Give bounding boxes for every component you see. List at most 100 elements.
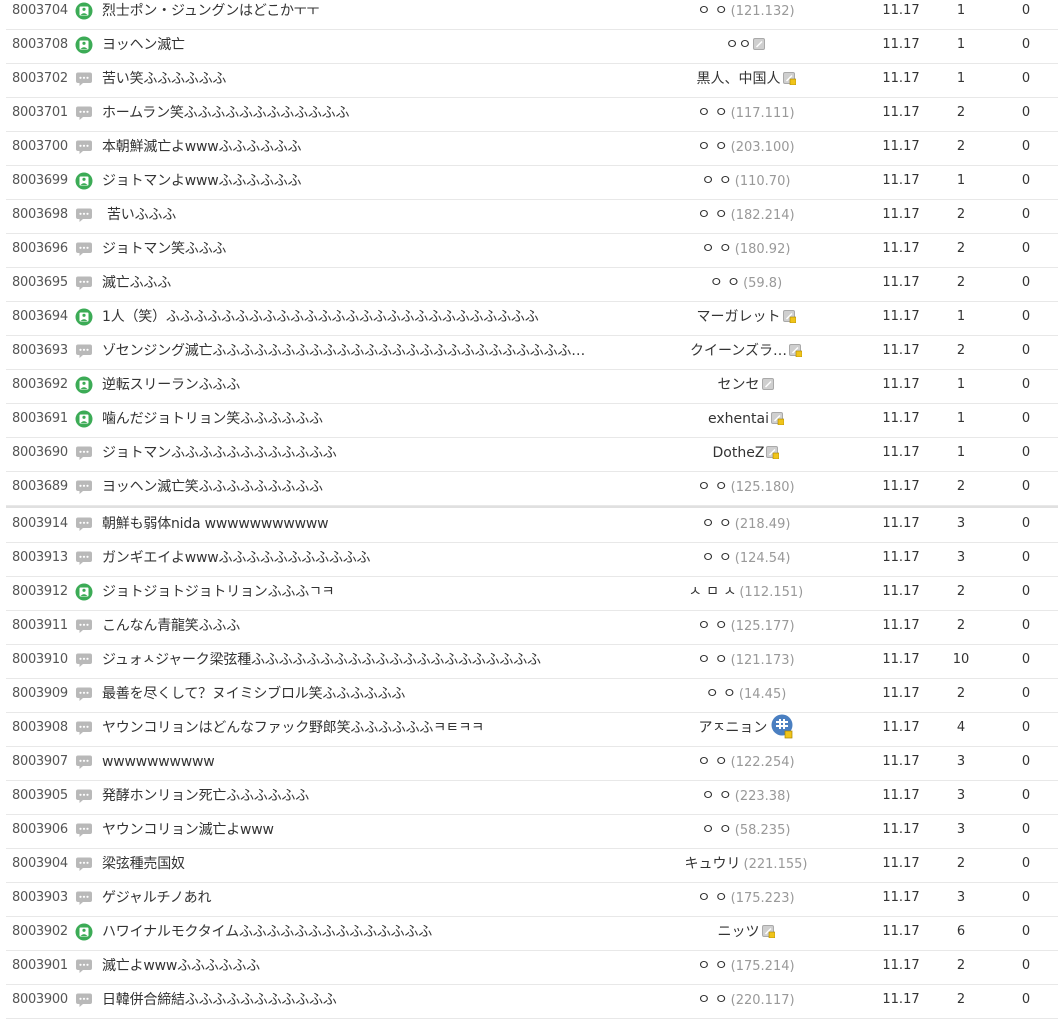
post-title-link[interactable]: 苦い笑ふふふふふふ: [102, 64, 602, 94]
post-writer[interactable]: ㅇ ㅇ (121.173): [646, 645, 846, 676]
table-row[interactable]: 8003693 ゾセンジング滅亡ふふふふふふふふふふふふふふふふふふふふふふふふ…: [6, 336, 1058, 370]
writer-nickname[interactable]: ㅇ ㅇ: [697, 3, 727, 19]
post-title-link[interactable]: 朝鮮も弱体nida wwwwwwwwwww: [102, 509, 602, 539]
post-title-link[interactable]: 1人（笑）ふふふふふふふふふふふふふふふふふふふふふふふふふふふ: [102, 302, 602, 332]
table-row[interactable]: 8003701 ホームラン笑ふふふふふふふふふふふふ ㅇ ㅇ (117.111) …: [6, 98, 1058, 132]
post-writer[interactable]: ㅇ ㅇ (121.132): [646, 0, 846, 27]
writer-nickname[interactable]: ㅇ ㅇ: [702, 822, 732, 838]
table-row[interactable]: 8003912 ジョトジョトジョトリョンふふふㄱㅋ ㅅ ㅁ ㅅ (112.151)…: [6, 577, 1058, 611]
post-title-link[interactable]: 最善を尽くして？ヌイミシブロル笑ふふふふふふ: [102, 679, 602, 709]
table-row[interactable]: 8003702 苦い笑ふふふふふふ 黒人、中国人 11.17 1 0: [6, 64, 1058, 98]
post-title-link[interactable]: 滅亡よwwwふふふふふふ: [102, 951, 602, 981]
post-title-link[interactable]: ジョトマンよwwwふふふふふふ: [102, 166, 602, 196]
post-title-link[interactable]: 苦いふふふ: [102, 200, 607, 230]
writer-nickname[interactable]: センセ: [718, 377, 760, 393]
post-writer[interactable]: ㅇ ㅇ (125.177): [646, 611, 846, 642]
post-writer[interactable]: ㅇ ㅇ (175.214): [646, 951, 846, 982]
post-title-link[interactable]: 滅亡ふふふ: [102, 268, 602, 298]
table-row[interactable]: 8003690 ジョトマンふふふふふふふふふふふふ DotheZ 11.17 1…: [6, 438, 1058, 472]
post-title-link[interactable]: 日韓併合締結ふふふふふふふふふふふ: [102, 985, 602, 1015]
post-writer[interactable]: DotheZ: [646, 438, 846, 468]
table-row[interactable]: 8003914 朝鮮も弱体nida wwwwwwwwwww ㅇ ㅇ (218.49…: [6, 509, 1058, 543]
table-row[interactable]: 8003906 ヤウンコリョン滅亡よwww ㅇ ㅇ (58.235) 11.17 …: [6, 815, 1058, 849]
post-writer[interactable]: ㅇ ㅇ (175.223): [646, 883, 846, 914]
post-writer[interactable]: クイーンズラ…: [646, 336, 846, 366]
writer-nickname[interactable]: クイーンズラ…: [690, 343, 787, 359]
table-row[interactable]: 8003694 1人（笑）ふふふふふふふふふふふふふふふふふふふふふふふふふふふ…: [6, 302, 1058, 336]
post-title-link[interactable]: ジョトジョトジョトリョンふふふㄱㅋ: [102, 577, 602, 607]
post-title-link[interactable]: ジュォㅅジャーク梁弦種ふふふふふふふふふふふふふふふふふふふふふ: [102, 645, 602, 675]
writer-nickname[interactable]: ㅇ ㅇ: [710, 275, 740, 291]
post-title-link[interactable]: ガンギエイよwwwふふふふふふふふふふふ: [102, 543, 602, 573]
table-row[interactable]: 8003908 ヤウンコリョンはどんなファック野郎笑ふふふふふふㅋㅌㅋㅋ アㅈニ…: [6, 713, 1058, 747]
post-writer[interactable]: センセ: [646, 370, 846, 400]
table-row[interactable]: 8003700 本朝鮮滅亡よwwwふふふふふふ ㅇ ㅇ (203.100) 11.…: [6, 132, 1058, 166]
post-writer[interactable]: アㅈニョン: [646, 713, 846, 743]
table-row[interactable]: 8003695 滅亡ふふふ ㅇ ㅇ (59.8) 11.17 2 0: [6, 268, 1058, 302]
post-title-link[interactable]: ホームラン笑ふふふふふふふふふふふふ: [102, 98, 602, 128]
post-title-link[interactable]: ゾセンジング滅亡ふふふふふふふふふふふふふふふふふふふふふふふふふふ…: [102, 336, 602, 366]
post-title-link[interactable]: ヤウンコリョンはどんなファック野郎笑ふふふふふふㅋㅌㅋㅋ: [102, 713, 602, 743]
post-writer[interactable]: ㅇ ㅇ (203.100): [646, 132, 846, 163]
post-writer[interactable]: キュウリ (221.155): [646, 849, 846, 880]
post-writer[interactable]: ㅇ ㅇ (223.38): [646, 781, 846, 812]
post-title-link[interactable]: ヤウンコリョン滅亡よwww: [102, 815, 602, 845]
writer-nickname[interactable]: ㅇ ㅇ: [697, 652, 727, 668]
post-title-link[interactable]: ジョトマンふふふふふふふふふふふふ: [102, 438, 602, 468]
table-row[interactable]: 8003692 逆転スリーランふふふ センセ 11.17 1 0: [6, 370, 1058, 404]
writer-nickname[interactable]: ㅇ ㅇ: [702, 788, 732, 804]
post-title-link[interactable]: ゲジャルチノあれ: [102, 883, 602, 913]
post-writer[interactable]: ㅇ ㅇ (58.235): [646, 815, 846, 846]
post-writer[interactable]: ㅇ ㅇ (182.214): [646, 200, 846, 231]
writer-nickname[interactable]: ニッツ: [718, 924, 760, 940]
table-row[interactable]: 8003911 こんなん青龍笑ふふふ ㅇ ㅇ (125.177) 11.17 2 …: [6, 611, 1058, 645]
table-row[interactable]: 8003691 噛んだジョトリョン笑ふふふふふふ exhentai 11.17 …: [6, 404, 1058, 438]
writer-nickname[interactable]: ㅇ ㅇ: [697, 139, 727, 155]
writer-nickname[interactable]: ㅇ ㅇ: [702, 550, 732, 566]
writer-nickname[interactable]: ㅇ ㅇ: [697, 890, 727, 906]
table-row[interactable]: 8003907 wwwwwwwwww ㅇ ㅇ (122.254) 11.17 3 …: [6, 747, 1058, 781]
table-row[interactable]: 8003913 ガンギエイよwwwふふふふふふふふふふふ ㅇ ㅇ (124.54)…: [6, 543, 1058, 577]
post-writer[interactable]: exhentai: [646, 404, 846, 434]
writer-nickname[interactable]: ㅇ ㅇ: [697, 958, 727, 974]
writer-nickname[interactable]: ㅇ ㅇ: [697, 992, 727, 1008]
table-row[interactable]: 8003902 ハワイナルモクタイムふふふふふふふふふふふふふふ ニッツ 11.…: [6, 917, 1058, 951]
writer-nickname[interactable]: ㅇ ㅇ: [697, 105, 727, 121]
post-title-link[interactable]: wwwwwwwwww: [102, 747, 602, 777]
post-title-link[interactable]: ハワイナルモクタイムふふふふふふふふふふふふふふ: [102, 917, 602, 947]
post-writer[interactable]: ㅇ ㅇ (110.70): [646, 166, 846, 197]
table-row[interactable]: 8003698 苦いふふふ ㅇ ㅇ (182.214) 11.17 2 0: [6, 200, 1058, 234]
post-writer[interactable]: マーガレット: [646, 302, 846, 332]
post-writer[interactable]: ㅇ ㅇ (124.54): [646, 543, 846, 574]
post-writer[interactable]: 黒人、中国人: [646, 64, 846, 94]
table-row[interactable]: 8003900 日韓併合締結ふふふふふふふふふふふ ㅇ ㅇ (220.117) 1…: [6, 985, 1058, 1019]
writer-nickname[interactable]: ㅇ ㅇ: [697, 618, 727, 634]
table-row[interactable]: 8003909 最善を尽くして？ヌイミシブロル笑ふふふふふふ ㅇ ㅇ (14.45…: [6, 679, 1058, 713]
table-row[interactable]: 8003903 ゲジャルチノあれ ㅇ ㅇ (175.223) 11.17 3 0: [6, 883, 1058, 917]
writer-nickname[interactable]: ㅇ ㅇ: [697, 207, 727, 223]
post-title-link[interactable]: 発酵ホンリョン死亡ふふふふふふ: [102, 781, 602, 811]
post-title-link[interactable]: 梁弦種売国奴: [102, 849, 602, 879]
writer-nickname[interactable]: 黒人、中国人: [697, 71, 781, 87]
writer-nickname[interactable]: ㅅ ㅁ ㅅ: [689, 584, 737, 600]
post-writer[interactable]: ㅅ ㅁ ㅅ (112.151): [646, 577, 846, 608]
post-title-link[interactable]: 本朝鮮滅亡よwwwふふふふふふ: [102, 132, 602, 162]
writer-nickname[interactable]: アㅈニョン: [699, 720, 768, 736]
writer-nickname[interactable]: ㅇ ㅇ: [702, 516, 732, 532]
writer-nickname[interactable]: ㅇ ㅇ: [697, 479, 727, 495]
post-writer[interactable]: ニッツ: [646, 917, 846, 947]
table-row[interactable]: 8003704 烈士ポン・ジュングンはどこかㅜㅜ ㅇ ㅇ (121.132) 11…: [6, 0, 1058, 30]
writer-nickname[interactable]: マーガレット: [697, 309, 781, 325]
table-row[interactable]: 8003905 発酵ホンリョン死亡ふふふふふふ ㅇ ㅇ (223.38) 11.1…: [6, 781, 1058, 815]
table-row[interactable]: 8003699 ジョトマンよwwwふふふふふふ ㅇ ㅇ (110.70) 11.1…: [6, 166, 1058, 200]
post-title-link[interactable]: こんなん青龍笑ふふふ: [102, 611, 602, 641]
post-title-link[interactable]: 噛んだジョトリョン笑ふふふふふふ: [102, 404, 602, 434]
post-writer[interactable]: ㅇㅇ: [646, 30, 846, 60]
post-writer[interactable]: ㅇ ㅇ (220.117): [646, 985, 846, 1016]
post-writer[interactable]: ㅇ ㅇ (117.111): [646, 98, 846, 129]
post-title-link[interactable]: ジョトマン笑ふふふ: [102, 234, 602, 264]
table-row[interactable]: 8003901 滅亡よwwwふふふふふふ ㅇ ㅇ (175.214) 11.17 …: [6, 951, 1058, 985]
post-title-link[interactable]: ヨッヘン滅亡笑ふふふふふふふふふ: [102, 472, 602, 502]
writer-nickname[interactable]: ㅇ ㅇ: [702, 173, 732, 189]
table-row[interactable]: 8003904 梁弦種売国奴 キュウリ (221.155) 11.17 2 0: [6, 849, 1058, 883]
